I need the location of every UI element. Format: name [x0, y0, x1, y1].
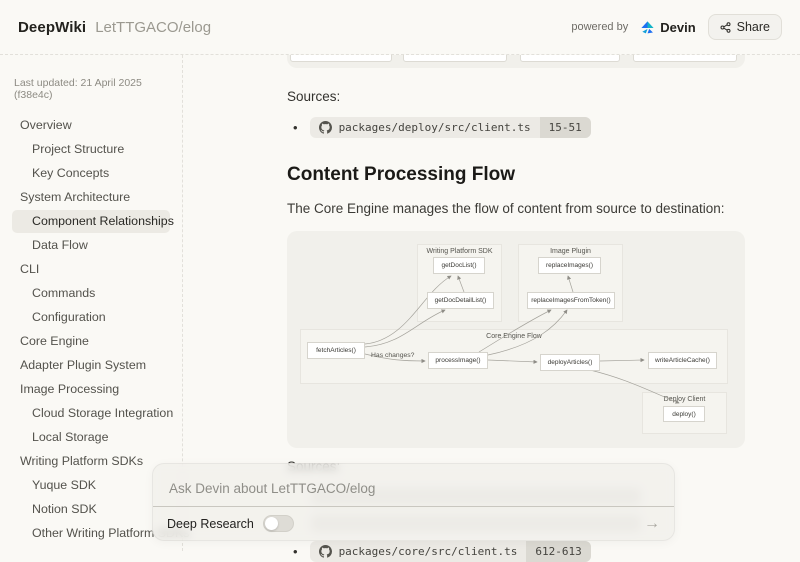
- github-icon: [319, 121, 332, 134]
- node-processimage: processImage(): [428, 352, 488, 369]
- submit-arrow-icon[interactable]: →: [644, 516, 660, 532]
- content-processing-flow-diagram: Writing Platform SDK Image Plugin Core E…: [287, 231, 745, 448]
- bullet: •: [293, 544, 298, 559]
- node-getdocdetaillist: getDocDetailList(): [427, 292, 494, 309]
- sidebar-item-notion-sdk[interactable]: Notion SDK: [12, 498, 170, 521]
- source-list-item: • packages/deploy/src/client.ts 15-51: [287, 117, 745, 138]
- breadcrumb: DeepWiki LetTTGACO/elog: [18, 19, 211, 36]
- sidebar-item-image-processing[interactable]: Image Processing: [12, 378, 170, 401]
- ask-devin-input[interactable]: [153, 464, 674, 506]
- sidebar-item-writing-platform-sdks[interactable]: Writing Platform SDKs: [12, 450, 170, 473]
- deep-research-label: Deep Research: [167, 517, 254, 531]
- powered-by-label: powered by: [571, 21, 628, 33]
- cluster-image-plugin: Image Plugin: [518, 244, 623, 322]
- source-path: packages/deploy/src/client.ts: [339, 121, 531, 134]
- deep-research-toggle[interactable]: [263, 515, 294, 532]
- previous-diagram-cutoff: [287, 55, 745, 68]
- devin-logo-icon: [640, 20, 655, 35]
- sidebar-item-component-relationships[interactable]: Component Relationships: [12, 210, 170, 233]
- node-deploy: deploy(): [663, 406, 705, 422]
- source-list-item: • packages/core/src/client.ts 612-613: [287, 541, 745, 562]
- cluster-label: Deploy Client: [643, 396, 726, 403]
- cutoff-node: [403, 55, 507, 62]
- sidebar-item-system-architecture[interactable]: System Architecture: [12, 186, 170, 209]
- github-icon: [319, 545, 332, 558]
- sidebar-item-core-engine[interactable]: Core Engine: [12, 330, 170, 353]
- page-title: Content Processing Flow: [287, 164, 745, 186]
- repo-name[interactable]: LetTTGACO/elog: [95, 19, 211, 36]
- bullet: •: [293, 120, 298, 135]
- node-deployarticles: deployArticles(): [540, 354, 600, 371]
- sidebar-item-overview[interactable]: Overview: [12, 114, 170, 137]
- cutoff-node: [290, 55, 392, 62]
- source-line-range: 15-51: [540, 117, 591, 138]
- sidebar-item-project-structure[interactable]: Project Structure: [12, 138, 170, 161]
- source-file-link[interactable]: packages/core/src/client.ts 612-613: [310, 541, 591, 562]
- share-nodes-icon: [720, 22, 731, 33]
- sidebar-item-local-storage[interactable]: Local Storage: [12, 426, 170, 449]
- cluster-label: Writing Platform SDK: [418, 248, 501, 255]
- node-replaceimages: replaceImages(): [538, 257, 601, 274]
- sidebar-item-other-writing-platform-sdks[interactable]: Other Writing Platform SDKs: [12, 522, 170, 545]
- cutoff-node: [633, 55, 737, 62]
- source-path: packages/core/src/client.ts: [339, 545, 518, 558]
- header: DeepWiki LetTTGACO/elog powered by Devin: [0, 0, 800, 55]
- sidebar-item-data-flow[interactable]: Data Flow: [12, 234, 170, 257]
- node-writearticlecache: writeArticleCache(): [648, 352, 717, 369]
- cluster-writing-platform-sdk: Writing Platform SDK: [417, 244, 502, 322]
- sidebar-item-cli[interactable]: CLI: [12, 258, 170, 281]
- node-getdoclist: getDocList(): [433, 257, 485, 274]
- sources-label: Sources:: [287, 89, 745, 104]
- sidebar-item-cloud-storage-integration[interactable]: Cloud Storage Integration: [12, 402, 170, 425]
- brand-title[interactable]: DeepWiki: [18, 19, 86, 36]
- ask-devin-panel: Deep Research →: [152, 463, 675, 541]
- last-updated: Last updated: 21 April 2025 (f38e4c): [14, 77, 170, 101]
- edge-label-has-changes: Has changes?: [371, 352, 414, 359]
- devin-label: Devin: [660, 20, 695, 35]
- cluster-label: Image Plugin: [519, 248, 622, 255]
- share-label: Share: [737, 20, 770, 34]
- source-file-link[interactable]: packages/deploy/src/client.ts 15-51: [310, 117, 591, 138]
- toggle-knob: [265, 517, 278, 530]
- sidebar-item-yuque-sdk[interactable]: Yuque SDK: [12, 474, 170, 497]
- sidebar-item-key-concepts[interactable]: Key Concepts: [12, 162, 170, 185]
- sidebar-item-commands[interactable]: Commands: [12, 282, 170, 305]
- section-intro: The Core Engine manages the flow of cont…: [287, 201, 745, 216]
- cluster-label: Core Engine Flow: [301, 333, 727, 340]
- cutoff-node: [520, 55, 620, 62]
- devin-link[interactable]: Devin: [640, 20, 695, 35]
- share-button[interactable]: Share: [708, 14, 782, 40]
- sidebar-item-adapter-plugin-system[interactable]: Adapter Plugin System: [12, 354, 170, 377]
- source-line-range: 612-613: [526, 541, 590, 562]
- node-fetcharticles: fetchArticles(): [307, 342, 365, 359]
- sidebar-item-configuration[interactable]: Configuration: [12, 306, 170, 329]
- node-replaceimagesfromtoken: replaceImagesFromToken(): [527, 292, 615, 309]
